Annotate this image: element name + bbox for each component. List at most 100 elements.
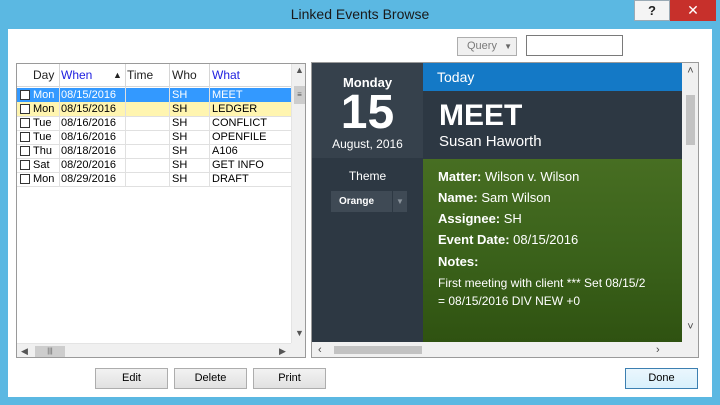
column-header-when[interactable]: When <box>61 64 92 87</box>
cell-what: DRAFT <box>212 173 249 185</box>
cell-time <box>127 116 169 130</box>
cell-when: 08/15/2016 <box>61 103 117 115</box>
scrollbar-corner <box>291 343 305 357</box>
detail-vertical-scrollbar[interactable]: ˄ ˅ <box>682 63 698 342</box>
cell-what: CONFLICT <box>212 117 267 129</box>
cell-time <box>127 144 169 158</box>
cell-when: 08/15/2016 <box>61 89 117 101</box>
theme-select-value: Orange <box>339 196 375 207</box>
cell-who: SH <box>172 145 188 157</box>
edit-button[interactable]: Edit <box>95 368 168 389</box>
cell-time <box>127 102 169 116</box>
grid-vertical-scrollbar[interactable]: ▲ ≡ ▼ <box>291 64 305 343</box>
cell-day: Mon <box>33 103 55 115</box>
grid-header: Day When ▲ Time Who What <box>17 64 291 87</box>
notes-line-2: = 08/15/2016 DIV NEW +0 <box>438 294 581 308</box>
cell-what: A106 <box>212 145 238 157</box>
scroll-thumb[interactable]: ≡ <box>294 86 305 104</box>
column-header-time[interactable]: Time <box>127 64 153 87</box>
cell-when: 08/20/2016 <box>61 159 117 171</box>
row-checkbox[interactable] <box>20 104 30 114</box>
field-event-date: Event Date: 08/15/2016 <box>438 232 579 247</box>
chevron-down-icon: ▼ <box>392 191 407 212</box>
scroll-up-icon[interactable]: ▲ <box>292 65 305 75</box>
column-divider <box>125 87 126 187</box>
chevron-down-icon: ▼ <box>504 42 512 51</box>
cell-who: SH <box>172 103 188 115</box>
query-input[interactable] <box>526 35 623 56</box>
theme-label: Theme <box>348 169 387 183</box>
cell-when: 08/18/2016 <box>61 145 117 157</box>
field-notes-label: Notes: <box>438 254 479 269</box>
print-button[interactable]: Print <box>253 368 326 389</box>
title-bar: Linked Events Browse ? ✕ <box>0 0 720 29</box>
column-header-what[interactable]: What <box>212 64 240 87</box>
query-button-label: Query <box>467 40 497 52</box>
done-button[interactable]: Done <box>625 368 698 389</box>
scroll-thumb[interactable] <box>686 95 695 145</box>
calendar-sidebar: Monday 15 August, 2016 Theme Orange ▼ <box>312 63 423 342</box>
cell-time <box>127 172 169 186</box>
scroll-left-icon[interactable]: ◀ <box>21 344 28 357</box>
cell-day: Mon <box>33 173 55 185</box>
events-grid: Day When ▲ Time Who What Mon 08/15/2016 SH… <box>16 63 306 358</box>
delete-button[interactable]: Delete <box>174 368 247 389</box>
column-divider <box>59 87 60 187</box>
cell-time <box>127 158 169 172</box>
theme-select[interactable]: Orange ▼ <box>331 191 407 212</box>
row-checkbox[interactable] <box>20 146 30 156</box>
cell-what: LEDGER <box>212 103 258 115</box>
month-year-label: August, 2016 <box>332 137 403 151</box>
row-checkbox[interactable] <box>20 174 30 184</box>
scroll-up-icon[interactable]: ˄ <box>682 65 698 77</box>
cell-who: SH <box>172 173 188 185</box>
cell-time <box>127 130 169 144</box>
field-matter: Matter: Wilson v. Wilson <box>438 169 580 184</box>
row-checkbox[interactable] <box>20 160 30 170</box>
event-person: Susan Haworth <box>439 133 542 150</box>
cell-who: SH <box>172 131 188 143</box>
window-title: Linked Events Browse <box>290 6 430 22</box>
cell-day: Sat <box>33 159 50 171</box>
event-detail-panel: Monday 15 August, 2016 Theme Orange ▼ To… <box>311 62 699 358</box>
scroll-down-icon[interactable]: ▼ <box>292 328 305 338</box>
cell-day: Thu <box>33 145 52 157</box>
cell-who: SH <box>172 117 188 129</box>
close-button[interactable]: ✕ <box>670 0 716 21</box>
scroll-right-icon[interactable]: › <box>656 342 660 357</box>
scroll-thumb-horizontal[interactable]: ||| <box>35 346 65 357</box>
cell-what: OPENFILE <box>212 131 267 143</box>
today-header: Today <box>423 63 682 91</box>
event-body: Matter: Wilson v. Wilson Name: Sam Wilso… <box>423 159 682 342</box>
scroll-down-icon[interactable]: ˅ <box>682 321 698 333</box>
event-header: MEET Susan Haworth <box>423 91 682 159</box>
scroll-thumb-horizontal[interactable] <box>334 346 422 354</box>
day-number: 15 <box>340 86 395 139</box>
row-checkbox[interactable] <box>20 90 30 100</box>
cell-what: GET INFO <box>212 159 264 171</box>
notes-line-1: First meeting with client *** Set 08/15/… <box>438 276 646 290</box>
column-header-day[interactable]: Day <box>33 64 54 87</box>
query-dropdown-button[interactable]: Query ▼ <box>457 37 517 56</box>
cell-when: 08/16/2016 <box>61 117 117 129</box>
detail-horizontal-scrollbar[interactable]: ‹ › <box>312 342 682 357</box>
cell-when: 08/16/2016 <box>61 131 117 143</box>
row-checkbox[interactable] <box>20 118 30 128</box>
column-header-who[interactable]: Who <box>172 64 197 87</box>
scroll-right-icon[interactable]: ▶ <box>279 344 286 357</box>
sort-ascending-icon: ▲ <box>113 70 122 80</box>
cell-day: Tue <box>33 131 52 143</box>
column-divider <box>169 87 170 187</box>
scroll-left-icon[interactable]: ‹ <box>318 342 322 357</box>
cell-who: SH <box>172 159 188 171</box>
row-checkbox[interactable] <box>20 132 30 142</box>
help-button[interactable]: ? <box>634 0 670 21</box>
grid-horizontal-scrollbar[interactable]: ◀ ||| ▶ <box>17 343 291 357</box>
column-divider <box>209 87 210 187</box>
field-assignee: Assignee: SH <box>438 211 522 226</box>
cell-who: SH <box>172 89 188 101</box>
cell-when: 08/29/2016 <box>61 173 117 185</box>
field-name: Name: Sam Wilson <box>438 190 551 205</box>
cell-day: Tue <box>33 117 52 129</box>
cell-day: Mon <box>33 89 55 101</box>
